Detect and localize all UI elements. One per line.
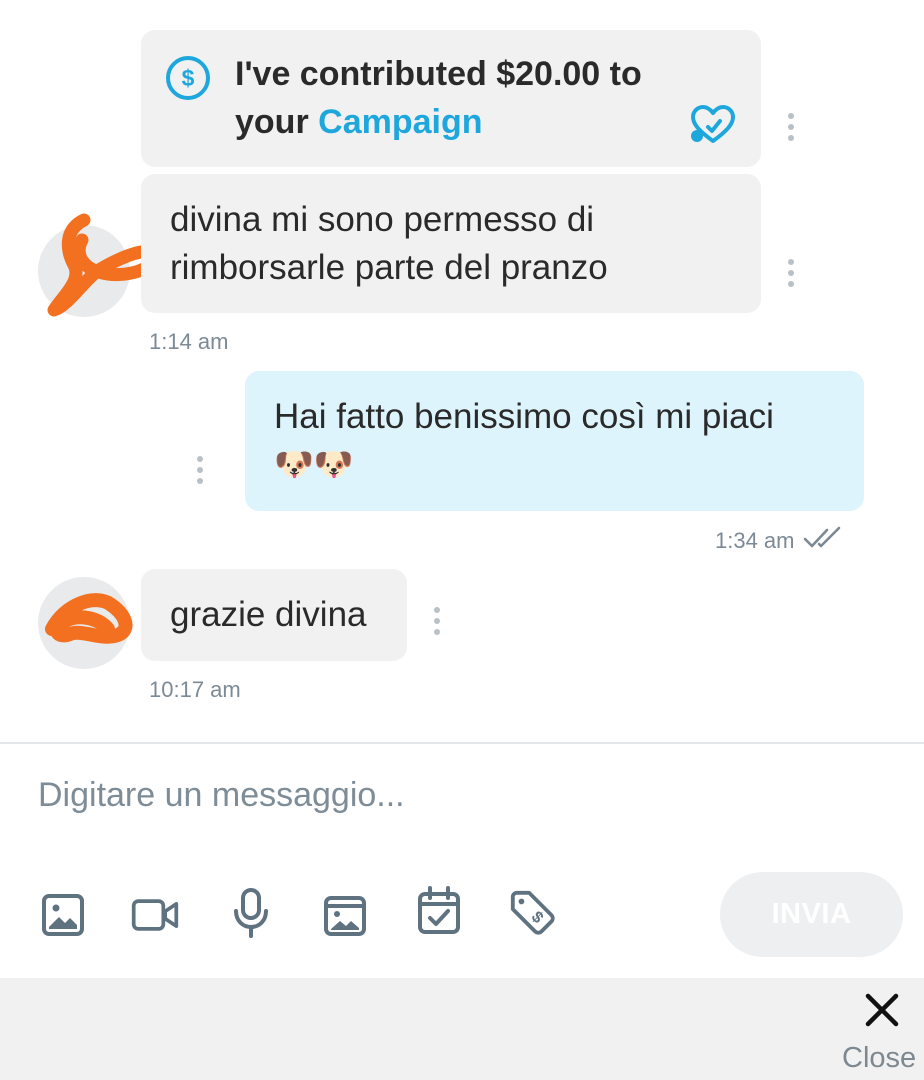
contribution-bubble: $ I've contributed $20.00 to your Campai… xyxy=(141,30,761,167)
message-timestamp: 1:34 am xyxy=(715,527,795,553)
incoming-message-bubble: grazie divina xyxy=(141,569,407,661)
campaign-link[interactable]: Campaign xyxy=(318,103,482,141)
avatar xyxy=(38,213,161,317)
dollar-circle-icon: $ xyxy=(165,55,211,101)
message-input[interactable]: Digitare un messaggio... xyxy=(0,744,924,854)
message-options-icon[interactable] xyxy=(787,113,795,141)
message-input-placeholder: Digitare un messaggio... xyxy=(38,776,405,814)
outgoing-message-bubble: Hai fatto benissimo così mi piaci 🐶🐶 xyxy=(245,371,864,511)
message-timestamp: 10:17 am xyxy=(149,677,241,702)
message-text: grazie divina xyxy=(170,595,367,634)
message-options-icon[interactable] xyxy=(196,456,204,484)
close-label: Close xyxy=(842,1042,917,1074)
scribble-redaction xyxy=(40,579,140,664)
image-icon[interactable] xyxy=(38,890,88,940)
close-button[interactable]: Close xyxy=(836,988,924,1080)
message-text: Hai fatto benissimo così mi piaci xyxy=(274,397,774,436)
send-button[interactable]: INVIA xyxy=(720,872,903,957)
gallery-icon[interactable] xyxy=(320,890,370,940)
avatar xyxy=(38,577,133,669)
puppy-emoji: 🐶🐶 xyxy=(274,446,354,482)
close-icon xyxy=(864,992,900,1033)
svg-text:$: $ xyxy=(182,65,195,91)
bottom-bar: Close xyxy=(0,978,924,1080)
incoming-message-bubble: divina mi sono permesso di rimborsarle p… xyxy=(141,174,761,313)
message-options-icon[interactable] xyxy=(787,259,795,287)
message-timestamp: 1:14 am xyxy=(149,329,229,354)
double-check-read-icon xyxy=(803,526,847,555)
video-camera-icon[interactable] xyxy=(130,890,180,940)
svg-text:$: $ xyxy=(528,908,547,927)
message-text: divina mi sono permesso di rimborsarle p… xyxy=(170,200,608,287)
price-tag-icon[interactable]: $ xyxy=(508,888,558,938)
heart-check-icon xyxy=(689,105,737,145)
microphone-icon[interactable] xyxy=(226,888,276,938)
calendar-check-icon[interactable] xyxy=(414,886,464,936)
message-options-icon[interactable] xyxy=(433,607,441,635)
send-button-label: INVIA xyxy=(771,898,852,930)
